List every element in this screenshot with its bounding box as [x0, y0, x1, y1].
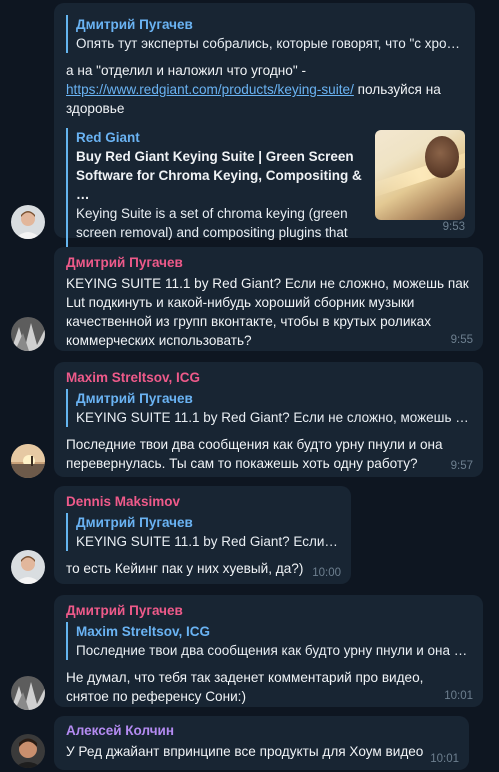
reply-author: Дмитрий Пугачев: [76, 515, 193, 530]
message-text: KEYING SUITE 11.1 by Red Giant? Если не …: [66, 276, 469, 348]
message-author[interactable]: Maxim Streltsov, ICG: [66, 370, 473, 385]
text-before-link: а на "отделил и наложил что угодно" -: [66, 63, 306, 78]
message-bubble: Dennis Maksimov Дмитрий Пугачев KEYING S…: [54, 486, 351, 584]
message-author[interactable]: Алексей Колчин: [66, 723, 459, 738]
reply-author: Дмитрий Пугачев: [76, 17, 193, 32]
preview-thumbnail[interactable]: [375, 130, 465, 220]
reply-author: Maxim Streltsov, ICG: [76, 624, 211, 639]
avatar[interactable]: [11, 205, 45, 239]
message-bubble: Дмитрий Пугачев KEYING SUITE 11.1 by Red…: [54, 247, 483, 351]
reply-quote[interactable]: Дмитрий Пугачев KEYING SUITE 11.1 by Red…: [66, 513, 341, 551]
avatar[interactable]: [11, 734, 45, 768]
reply-quote[interactable]: Maxim Streltsov, ICG Последние твои два …: [66, 622, 473, 660]
message-time: 9:57: [450, 460, 473, 472]
link-preview[interactable]: Red Giant Buy Red Giant Keying Suite | G…: [66, 128, 465, 261]
message-time: 10:01: [430, 753, 459, 765]
message-bubble: Дмитрий Пугачев Maxim Streltsov, ICG Пос…: [54, 595, 483, 707]
reply-text: KEYING SUITE 11.1 by Red Giant? Если не …: [76, 534, 341, 549]
message-author[interactable]: Dennis Maksimov: [66, 494, 341, 509]
keying-suite-link[interactable]: https://www.redgiant.com/products/keying…: [66, 82, 354, 97]
message-time: 9:55: [450, 334, 473, 346]
message-time: 10:01: [444, 690, 473, 702]
reply-text: Опять тут эксперты собрались, которые го…: [76, 36, 465, 51]
message-bubble: Дмитрий Пугачев Опять тут эксперты собра…: [54, 3, 475, 261]
avatar[interactable]: [11, 444, 45, 478]
message-time: 9:53: [442, 221, 465, 233]
message-bubble: Алексей Колчин У Ред джайант впринципе в…: [54, 716, 469, 770]
message-text: а на "отделил и наложил что угодно" - ht…: [66, 61, 465, 118]
message-text: У Ред джайант впринципе все продукты для…: [66, 744, 424, 759]
message-text: Последние твои два сообщения как будто у…: [66, 437, 443, 471]
message-text: Не думал, что тебя так заденет комментар…: [66, 670, 424, 704]
message-author[interactable]: Дмитрий Пугачев: [66, 255, 473, 270]
message-text: то есть Кейинг пак у них хуевый, да?): [66, 561, 304, 576]
reply-quote[interactable]: Дмитрий Пугачев KEYING SUITE 11.1 by Red…: [66, 389, 473, 427]
reply-text: KEYING SUITE 11.1 by Red Giant? Если не …: [76, 410, 473, 425]
reply-author: Дмитрий Пугачев: [76, 391, 193, 406]
avatar[interactable]: [11, 550, 45, 584]
message-bubble: Maxim Streltsov, ICG Дмитрий Пугачев KEY…: [54, 362, 483, 477]
preview-title: Buy Red Giant Keying Suite | Green Scree…: [76, 149, 362, 202]
message-time: 10:00: [312, 567, 341, 579]
reply-text: Последние твои два сообщения как будто у…: [76, 643, 473, 658]
avatar[interactable]: [11, 317, 45, 351]
message-author[interactable]: Дмитрий Пугачев: [66, 603, 473, 618]
avatar[interactable]: [11, 676, 45, 710]
reply-quote[interactable]: Дмитрий Пугачев Опять тут эксперты собра…: [66, 15, 465, 53]
